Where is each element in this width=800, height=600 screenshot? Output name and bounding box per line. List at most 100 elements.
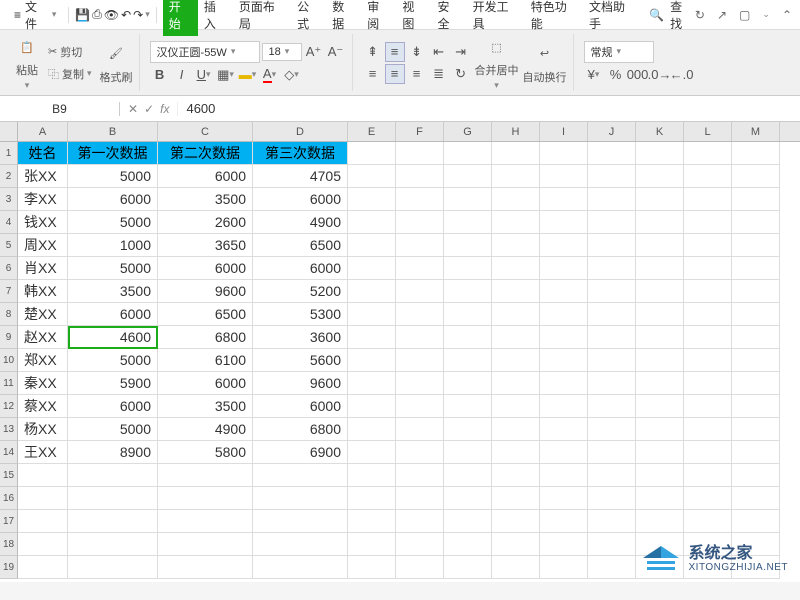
cell[interactable]	[492, 349, 540, 372]
cell[interactable]	[396, 395, 444, 418]
ribbon-tab-8[interactable]: 开发工具	[467, 0, 525, 36]
cell[interactable]	[68, 533, 158, 556]
ribbon-tab-10[interactable]: 文档助手	[583, 0, 641, 36]
cell[interactable]	[444, 303, 492, 326]
cell[interactable]	[588, 211, 636, 234]
ribbon-tab-0[interactable]: 开始	[163, 0, 198, 36]
cell[interactable]	[396, 280, 444, 303]
cell[interactable]: 1000	[68, 234, 158, 257]
preview-icon[interactable]: 👁	[104, 8, 119, 22]
decrease-font-icon[interactable]: A⁻	[326, 42, 346, 62]
align-top-icon[interactable]: ⇞	[363, 42, 383, 62]
cell[interactable]	[684, 142, 732, 165]
cell[interactable]	[444, 372, 492, 395]
column-header[interactable]: E	[348, 122, 396, 141]
select-all-corner[interactable]	[0, 122, 18, 141]
cell[interactable]	[396, 211, 444, 234]
cell[interactable]: 6000	[253, 395, 348, 418]
cell[interactable]	[492, 395, 540, 418]
cell[interactable]	[444, 349, 492, 372]
cell[interactable]	[588, 395, 636, 418]
font-size-select[interactable]: 18▾	[262, 43, 302, 61]
share-icon[interactable]: ↗	[717, 8, 727, 22]
cell[interactable]	[444, 487, 492, 510]
cell[interactable]	[588, 165, 636, 188]
cell[interactable]	[492, 441, 540, 464]
cell[interactable]	[396, 165, 444, 188]
cell[interactable]: 6000	[158, 165, 253, 188]
align-bottom-icon[interactable]: ⇟	[407, 42, 427, 62]
cell[interactable]: 5000	[68, 349, 158, 372]
cell[interactable]	[684, 280, 732, 303]
cell[interactable]	[348, 303, 396, 326]
column-header[interactable]: J	[588, 122, 636, 141]
phonetic-button[interactable]: ◇▾	[282, 65, 302, 85]
cell[interactable]	[396, 510, 444, 533]
cell[interactable]	[348, 165, 396, 188]
column-header[interactable]: I	[540, 122, 588, 141]
cell[interactable]: 5000	[68, 165, 158, 188]
orientation-icon[interactable]: ↻	[451, 64, 471, 84]
row-header[interactable]: 4	[0, 211, 18, 234]
cell[interactable]	[444, 257, 492, 280]
column-header[interactable]: G	[444, 122, 492, 141]
cell[interactable]	[588, 533, 636, 556]
align-middle-icon[interactable]: ≡	[385, 42, 405, 62]
row-header[interactable]: 11	[0, 372, 18, 395]
align-right-icon[interactable]: ≡	[407, 64, 427, 84]
cell[interactable]: 3500	[158, 188, 253, 211]
cell[interactable]: 9600	[253, 372, 348, 395]
cell[interactable]	[348, 464, 396, 487]
cell[interactable]: 9600	[158, 280, 253, 303]
row-header[interactable]: 19	[0, 556, 18, 579]
cell[interactable]	[348, 395, 396, 418]
cell[interactable]	[636, 441, 684, 464]
ribbon-tab-4[interactable]: 数据	[326, 0, 361, 36]
cell[interactable]: 6000	[158, 372, 253, 395]
ribbon-tab-1[interactable]: 插入	[198, 0, 233, 36]
undo-icon[interactable]: ↶	[121, 8, 131, 22]
cell[interactable]	[684, 165, 732, 188]
cell[interactable]: 5000	[68, 257, 158, 280]
percent-icon[interactable]: %	[606, 65, 626, 85]
merge-center-button[interactable]: ⬚ 合并居中▾	[475, 34, 519, 91]
cell[interactable]	[684, 372, 732, 395]
cell[interactable]	[684, 349, 732, 372]
cell[interactable]: 3650	[158, 234, 253, 257]
paste-button[interactable]: 📋 粘贴▾	[14, 34, 40, 91]
cell[interactable]	[636, 349, 684, 372]
cell[interactable]	[684, 418, 732, 441]
cell[interactable]	[18, 464, 68, 487]
cell[interactable]	[348, 487, 396, 510]
ribbon-tab-6[interactable]: 视图	[396, 0, 431, 36]
cell[interactable]	[540, 280, 588, 303]
cell[interactable]: 4900	[158, 418, 253, 441]
cell[interactable]: 第三次数据	[253, 142, 348, 165]
cell[interactable]	[396, 464, 444, 487]
copy-button[interactable]: ⿻复制▾	[44, 64, 96, 84]
cell[interactable]	[444, 188, 492, 211]
row-header[interactable]: 13	[0, 418, 18, 441]
cell[interactable]: 郑XX	[18, 349, 68, 372]
cell[interactable]: 5200	[253, 280, 348, 303]
cell[interactable]	[588, 487, 636, 510]
cell[interactable]	[253, 533, 348, 556]
decrease-decimal-icon[interactable]: ←.0	[672, 65, 692, 85]
cell[interactable]	[492, 533, 540, 556]
cell[interactable]	[396, 326, 444, 349]
row-header[interactable]: 14	[0, 441, 18, 464]
cell[interactable]	[540, 464, 588, 487]
ribbon-tab-2[interactable]: 页面布局	[233, 0, 291, 36]
cell[interactable]: 钱XX	[18, 211, 68, 234]
cell[interactable]	[540, 510, 588, 533]
cell[interactable]	[18, 510, 68, 533]
cut-button[interactable]: ✂剪切	[44, 42, 96, 62]
cell[interactable]: 赵XX	[18, 326, 68, 349]
confirm-icon[interactable]: ✓	[144, 102, 154, 116]
chevron-down-icon[interactable]: ▾	[145, 9, 150, 20]
cell[interactable]	[253, 487, 348, 510]
cell[interactable]	[540, 418, 588, 441]
chevron-down-icon[interactable]: ⌄	[762, 9, 770, 20]
cell[interactable]	[732, 303, 780, 326]
cell[interactable]	[540, 395, 588, 418]
